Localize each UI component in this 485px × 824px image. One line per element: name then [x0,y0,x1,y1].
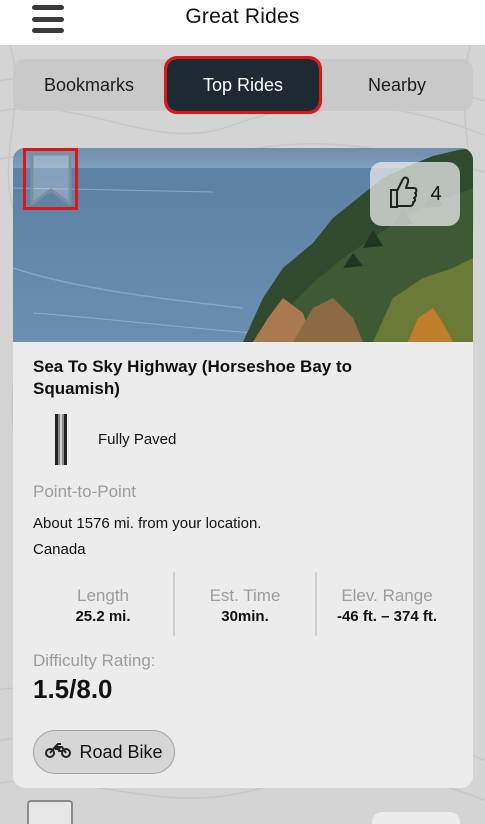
stat-label: Elev. Range [341,586,433,605]
tab-bookmarks[interactable]: Bookmarks [13,59,165,111]
distance-from-location: About 1576 mi. from your location. [33,515,262,532]
bookmark-icon[interactable] [23,148,78,210]
next-card-bookmark-icon[interactable] [27,800,73,824]
difficulty-value: 1.5/8.0 [33,674,113,704]
bike-type-chip[interactable]: Road Bike [33,730,175,774]
page-title: Great Rides [185,5,300,28]
likes-count: 4 [430,182,442,205]
ride-stats: Length 25.2 mi. Est. Time 30min. Elev. R… [33,572,457,636]
tab-nearby[interactable]: Nearby [321,59,473,111]
stat-length: Length 25.2 mi. [33,572,173,636]
stat-label: Est. Time [209,586,281,605]
stat-label: Length [77,586,129,605]
ride-category-tabs: Bookmarks Top Rides Nearby [13,56,473,114]
motorcycle-icon [45,742,72,763]
stat-value: -46 ft. – 374 ft. [336,608,438,625]
stat-value: 25.2 mi. [75,608,131,625]
ride-card[interactable]: 4 Sea To Sky Highway (Horseshoe Bay to S… [13,148,473,788]
stat-est-time: Est. Time 30min. [173,572,315,636]
paved-road-icon [55,414,67,465]
thumbs-up-icon [388,175,418,214]
difficulty-label: Difficulty Rating: [33,651,156,670]
bike-type-label: Road Bike [79,741,163,762]
likes-badge[interactable]: 4 [370,162,460,226]
ride-region: Canada [33,541,86,558]
route-type: Point-to-Point [33,482,136,501]
next-card-likes-badge[interactable] [372,812,460,824]
app-header: Great Rides [0,0,485,46]
stat-elev-range: Elev. Range -46 ft. – 374 ft. [315,572,457,636]
ride-name: Sea To Sky Highway (Horseshoe Bay to Squ… [33,357,352,398]
tab-top-rides[interactable]: Top Rides [164,56,322,114]
stat-value: 30min. [221,608,269,625]
surface-label: Fully Paved [98,431,177,448]
